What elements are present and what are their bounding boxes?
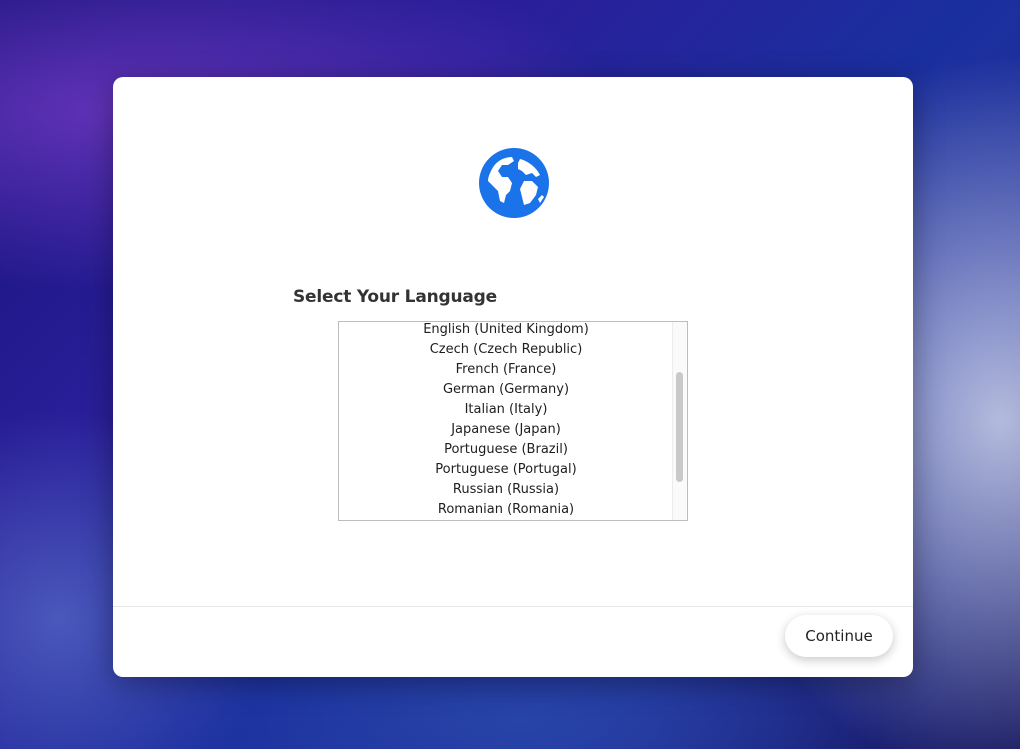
language-option[interactable]: Japanese (Japan) — [339, 420, 673, 440]
scrollbar-thumb[interactable] — [676, 372, 683, 482]
globe-icon — [479, 148, 549, 218]
language-listbox[interactable]: English (United Kingdom) Czech (Czech Re… — [338, 321, 688, 521]
language-option[interactable]: Romanian (Romania) — [339, 500, 673, 520]
language-option[interactable]: Italian (Italy) — [339, 400, 673, 420]
language-option[interactable]: Portuguese (Brazil) — [339, 440, 673, 460]
language-option[interactable]: Portuguese (Portugal) — [339, 460, 673, 480]
language-option[interactable]: Russian (Russia) — [339, 480, 673, 500]
language-option[interactable]: Czech (Czech Republic) — [339, 340, 673, 360]
listbox-scrollbar[interactable] — [672, 322, 687, 520]
page-title: Select Your Language — [293, 287, 497, 307]
language-option[interactable]: French (France) — [339, 360, 673, 380]
language-options: English (United Kingdom) Czech (Czech Re… — [339, 322, 673, 520]
language-option[interactable]: German (Germany) — [339, 380, 673, 400]
language-option[interactable]: English (United Kingdom) — [339, 322, 673, 340]
footer-divider — [113, 606, 913, 607]
continue-button[interactable]: Continue — [785, 615, 893, 657]
language-dialog: Select Your Language English (United Kin… — [113, 77, 913, 677]
